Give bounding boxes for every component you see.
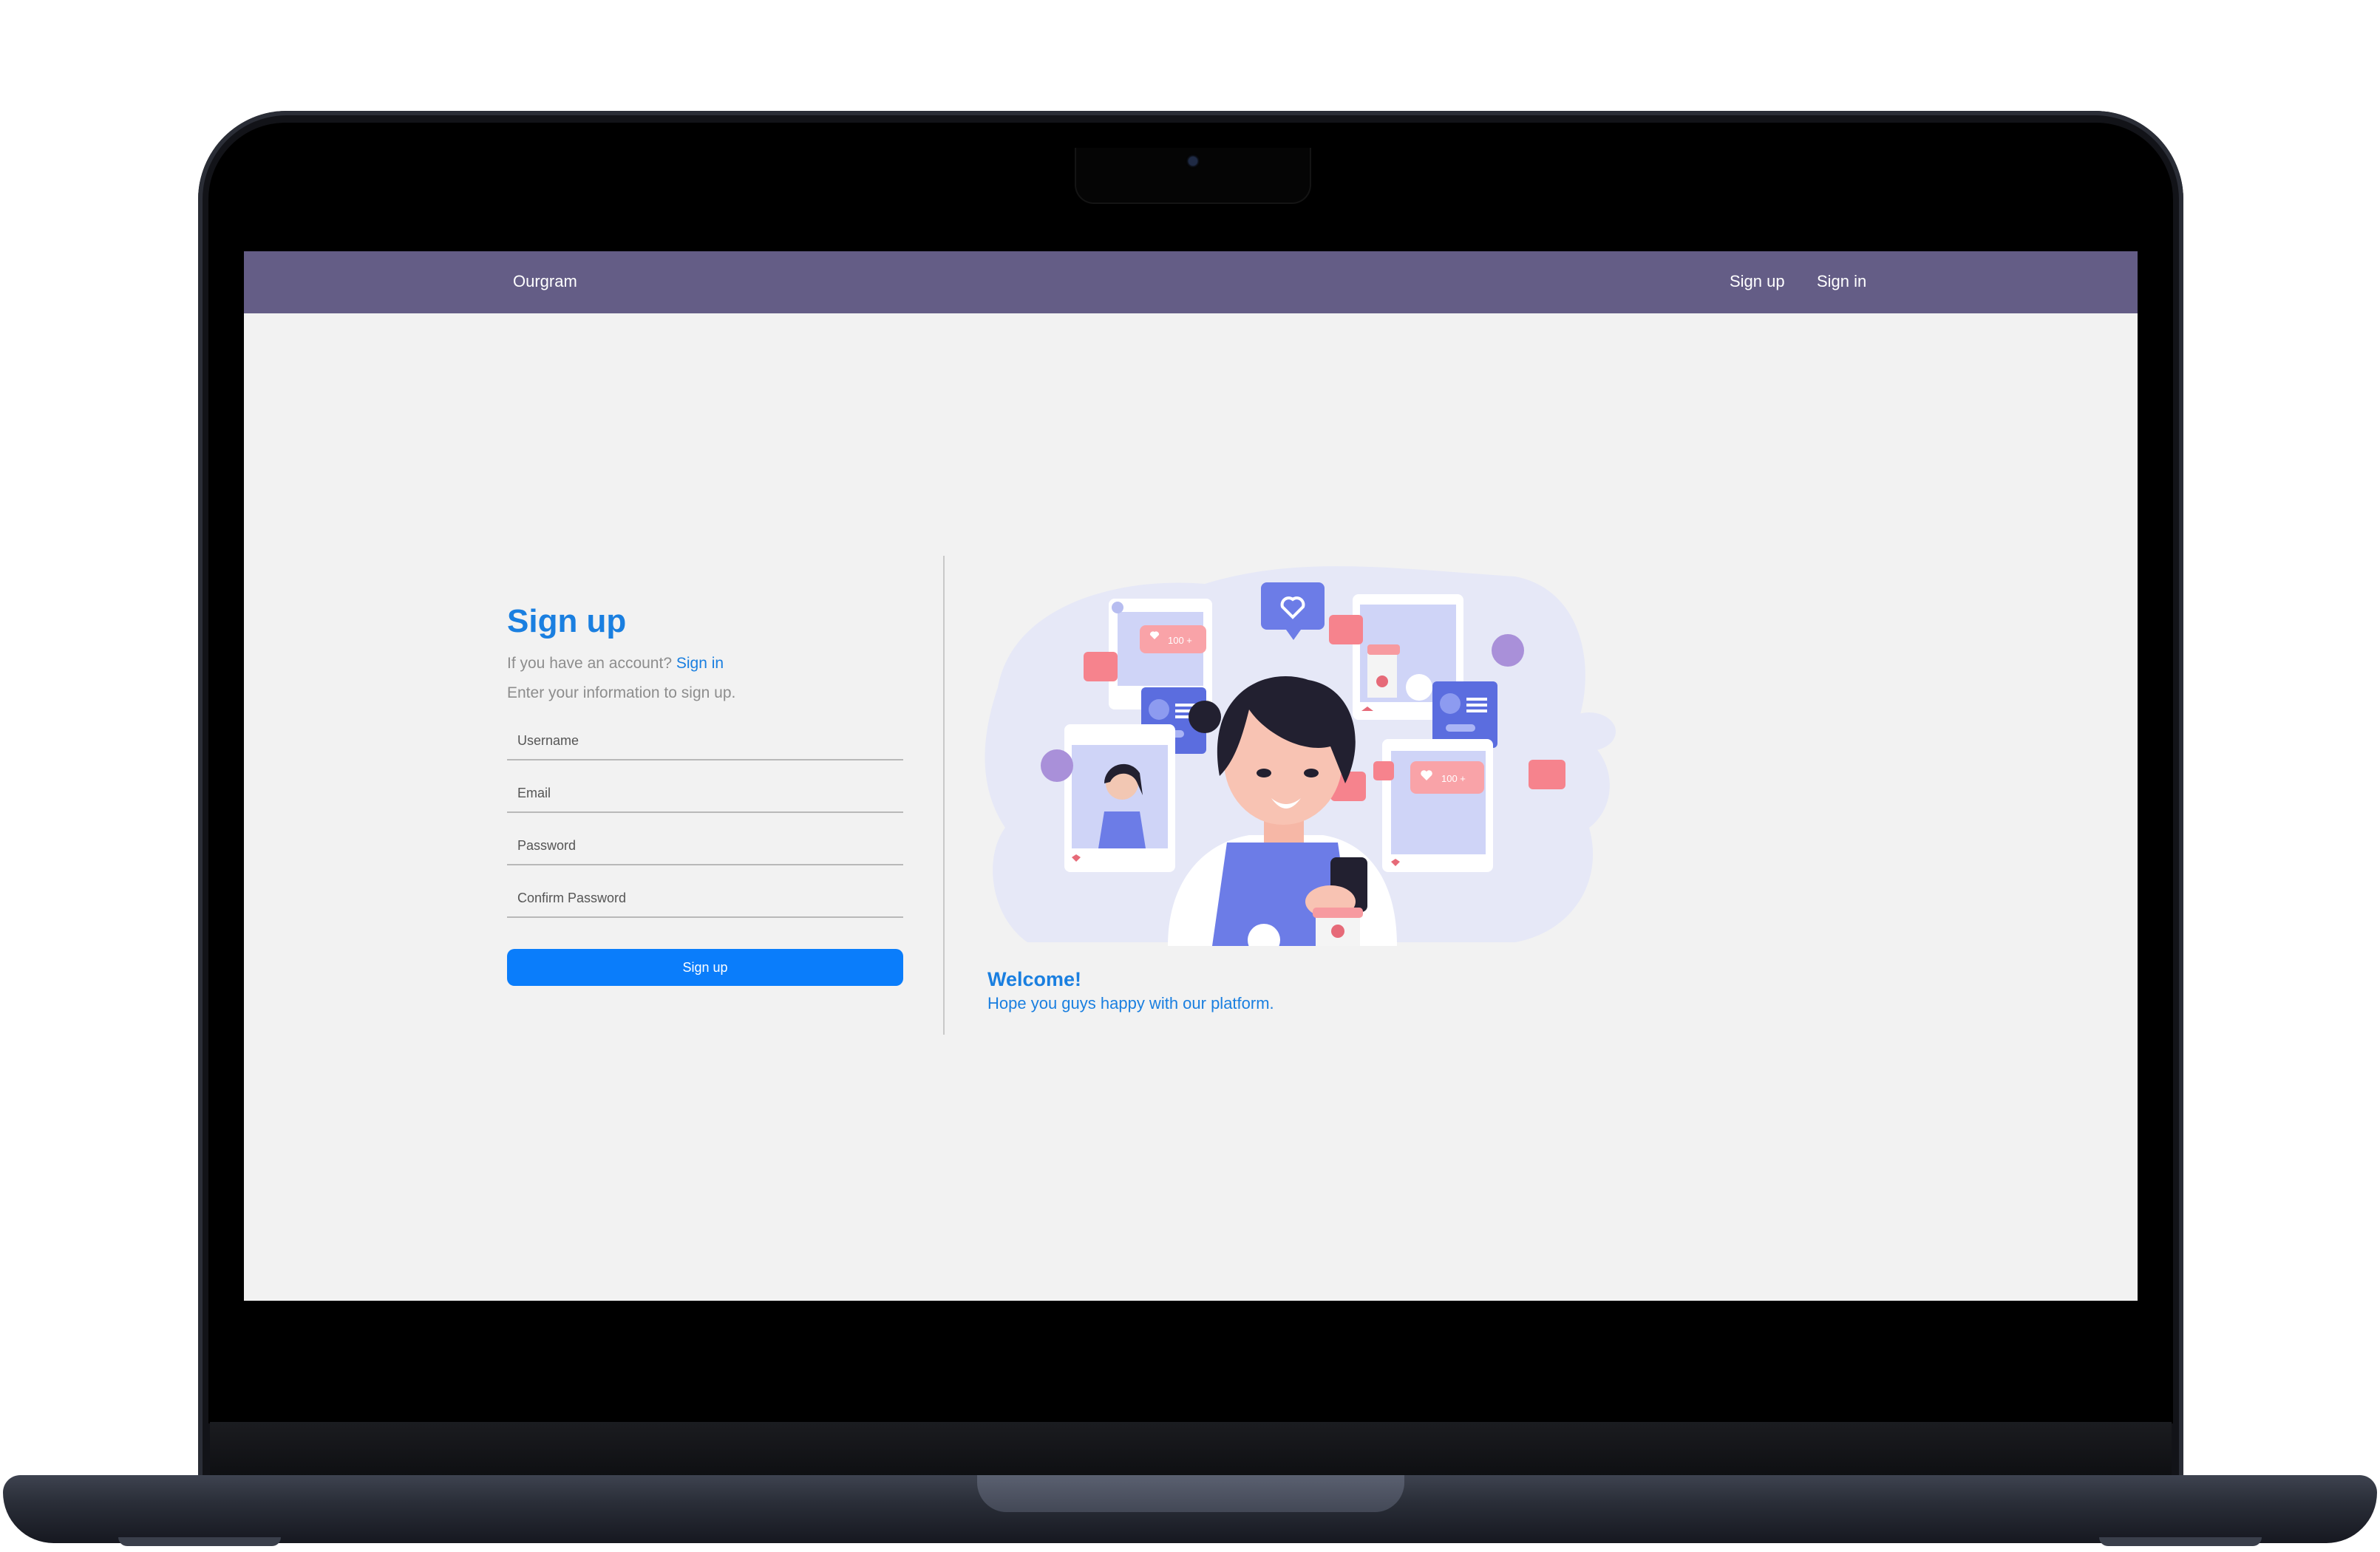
likes-count-left: 100 +	[1168, 635, 1192, 646]
page-title: Sign up	[507, 603, 627, 639]
welcome-title: Welcome!	[987, 968, 1082, 990]
laptop-chin	[210, 1422, 2172, 1481]
nav-signin-link[interactable]: Sign in	[1817, 272, 1866, 291]
social-media-illustration: 100 + 100 +	[985, 566, 1616, 946]
confirm-password-input[interactable]	[507, 865, 903, 916]
signup-submit-button[interactable]: Sign up	[507, 949, 903, 986]
post-card-bottom-right: 100 +	[1382, 739, 1493, 872]
navbar: Ourgram Sign up Sign in	[244, 251, 2138, 313]
signup-form: Sign up If you have an account? Sign in …	[507, 603, 903, 986]
signin-link[interactable]: Sign in	[676, 655, 724, 672]
email-input[interactable]	[507, 760, 903, 811]
laptop-opening-notch	[977, 1475, 1404, 1512]
form-instructions: Enter your information to sign up.	[507, 684, 736, 701]
avatar-bubble-right	[1492, 634, 1524, 667]
vertical-divider	[943, 556, 945, 1035]
welcome-message: Welcome! Hope you guys happy with our pl…	[987, 968, 1274, 1013]
username-input[interactable]	[507, 708, 903, 759]
laptop-foot-right	[2099, 1537, 2262, 1546]
post-card-bottom-left	[1064, 724, 1175, 872]
email-field-wrapper	[507, 760, 903, 813]
profile-card-right	[1432, 681, 1497, 748]
laptop-foot-left	[118, 1537, 281, 1546]
likes-count-right: 100 +	[1441, 773, 1466, 784]
account-prompt-text: If you have an account?	[507, 655, 672, 672]
password-input[interactable]	[507, 813, 903, 864]
welcome-text: Hope you guys happy with our platform.	[987, 994, 1274, 1012]
nav-signup-link[interactable]: Sign up	[1730, 272, 1785, 291]
camera-icon	[1189, 157, 1197, 166]
username-field-wrapper	[507, 708, 903, 760]
account-prompt: If you have an account? Sign in	[507, 649, 903, 678]
browser-viewport: Ourgram Sign up Sign in Sign up If you h…	[244, 251, 2138, 1301]
brand-logo[interactable]: Ourgram	[513, 272, 577, 291]
password-field-wrapper	[507, 813, 903, 865]
confirm-password-field-wrapper	[507, 865, 903, 918]
avatar-bubble-left	[1041, 749, 1073, 782]
